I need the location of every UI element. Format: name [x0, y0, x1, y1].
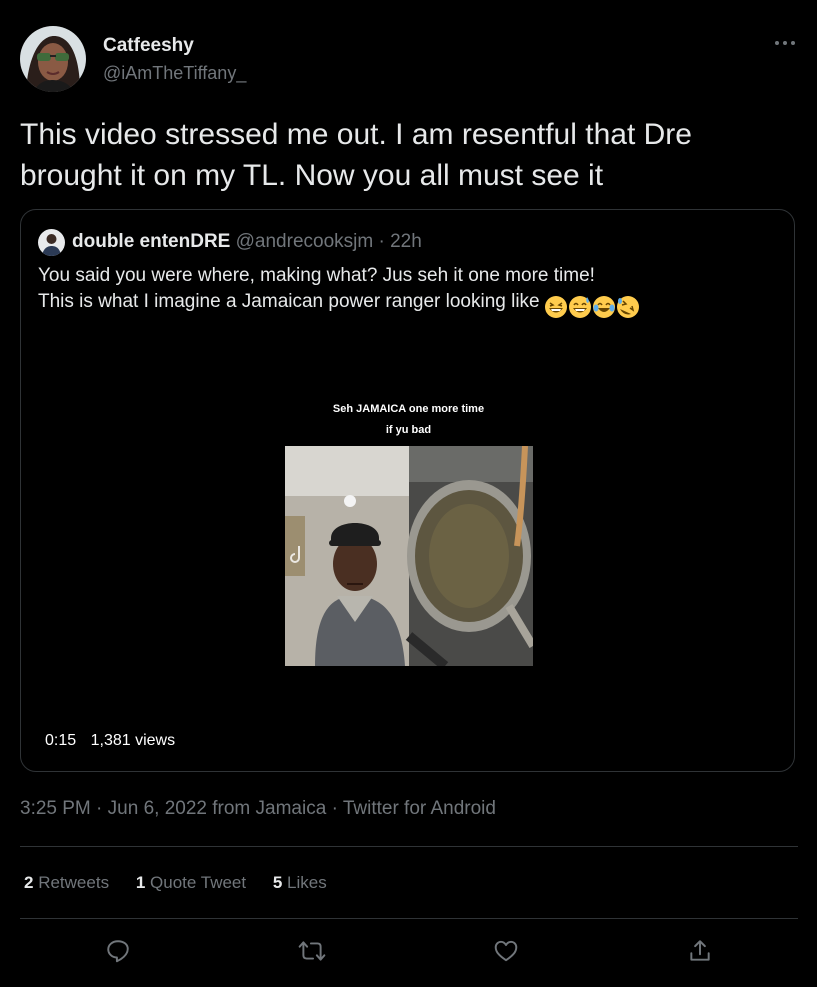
quote-text: You said you were where, making what? Ju…: [38, 263, 778, 320]
client-separator: ·: [331, 798, 338, 819]
face-with-tears-of-joy-icon: [592, 295, 615, 318]
avatar-image: [20, 26, 86, 92]
tweet-date[interactable]: Jun 6, 2022: [108, 798, 207, 819]
quotes-count: 1: [135, 873, 146, 892]
rolling-on-floor-laughing-icon: [616, 295, 639, 318]
author-name[interactable]: Catfeeshy: [103, 35, 194, 57]
quote-author-name[interactable]: double entenDRE: [72, 231, 230, 252]
author-avatar[interactable]: [20, 26, 86, 92]
quote-text-line2-wrap: This is what I imagine a Jamaican power …: [38, 289, 778, 320]
likes-count: 5: [272, 873, 283, 892]
tweet-location[interactable]: Jamaica: [256, 798, 327, 819]
quote-time[interactable]: · 22h: [378, 231, 421, 252]
tweet-timestamp: 3:25 PM · Jun 6, 2022 from Jamaica · Twi…: [20, 798, 496, 820]
grinning-face-with-sweat-icon: [568, 295, 591, 318]
timestamp-separator: ·: [96, 798, 103, 819]
tweet-client[interactable]: Twitter for Android: [343, 798, 496, 819]
location-prefix: from: [212, 798, 251, 819]
likes-label: Likes: [287, 873, 327, 892]
video-views: 1,381 views: [90, 732, 176, 749]
quote-author-handle[interactable]: @andrecooksjm: [236, 231, 374, 252]
quote-text-line2: This is what I imagine a Jamaican power …: [38, 291, 540, 312]
video-thumbnail: [285, 446, 533, 666]
share-icon: [690, 940, 710, 961]
quote-author-avatar[interactable]: [38, 229, 65, 256]
like-button[interactable]: [491, 936, 521, 966]
reply-button[interactable]: [103, 936, 133, 966]
video-meta: 0:15 1,381 views: [45, 732, 185, 750]
retweets-stat[interactable]: 2 Retweets: [24, 873, 109, 892]
quotes-label: Quote Tweet: [150, 873, 247, 892]
quote-tweet-card[interactable]: Seh JAMAICA one more time if yu bad 0:15…: [20, 209, 795, 772]
divider-bottom: [20, 918, 798, 919]
more-horizontal-icon: [775, 41, 795, 45]
quote-header: double entenDRE @andrecooksjm · 22h: [72, 231, 422, 253]
like-icon: [494, 940, 518, 962]
retweet-button[interactable]: [297, 936, 327, 966]
video-caption-line1: Seh JAMAICA one more time: [332, 403, 485, 415]
more-options-button[interactable]: [768, 30, 802, 56]
tweet-text: This video stressed me out. I am resentf…: [20, 118, 692, 192]
likes-stat[interactable]: 5 Likes: [273, 873, 327, 892]
tweet-time[interactable]: 3:25 PM: [20, 798, 91, 819]
quote-avatar-image: [38, 229, 65, 256]
quotes-stat[interactable]: 1 Quote Tweet: [136, 873, 246, 892]
retweet-icon: [298, 941, 326, 961]
video-duration: 0:15: [45, 732, 77, 749]
retweets-label: Retweets: [38, 873, 110, 892]
share-button[interactable]: [685, 936, 715, 966]
reply-icon: [107, 940, 129, 963]
divider-top: [20, 846, 798, 847]
grinning-squinting-face-icon: [544, 295, 567, 318]
video-caption-line2: if yu bad: [385, 424, 432, 436]
author-handle[interactable]: @iAmTheTiffany_: [103, 63, 246, 84]
retweets-count: 2: [24, 873, 34, 892]
emoji-row: [544, 294, 640, 320]
tweet-stats: 2 Retweets 1 Quote Tweet 5 Likes: [24, 873, 349, 893]
quote-text-line1: You said you were where, making what? Ju…: [38, 265, 595, 286]
